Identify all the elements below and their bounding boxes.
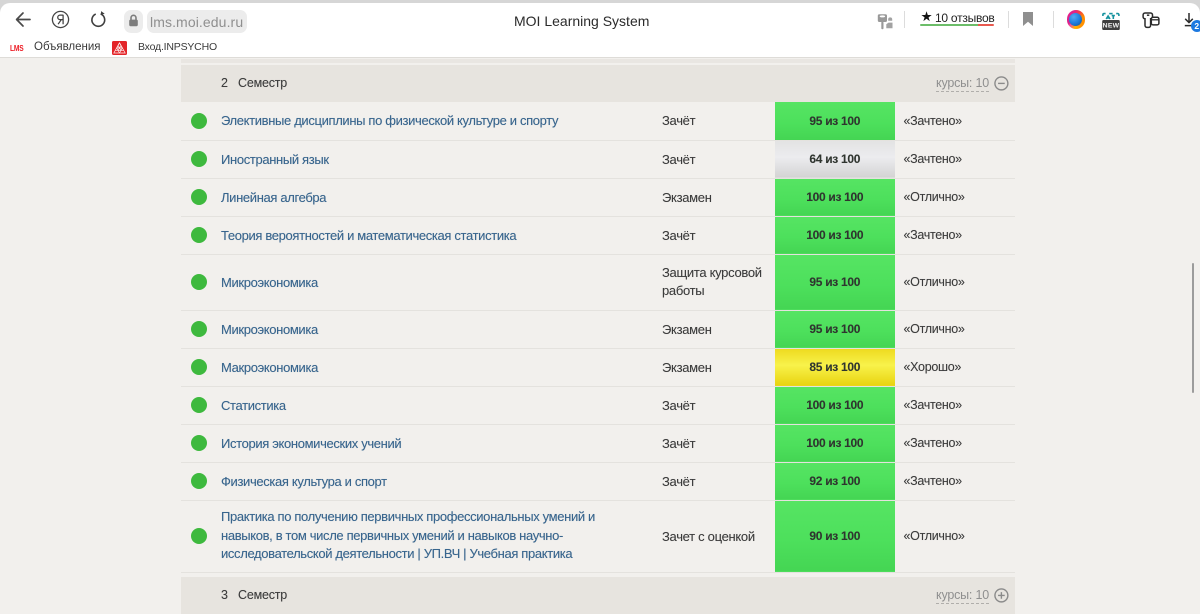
svg-text:NEW: NEW <box>1103 23 1120 30</box>
